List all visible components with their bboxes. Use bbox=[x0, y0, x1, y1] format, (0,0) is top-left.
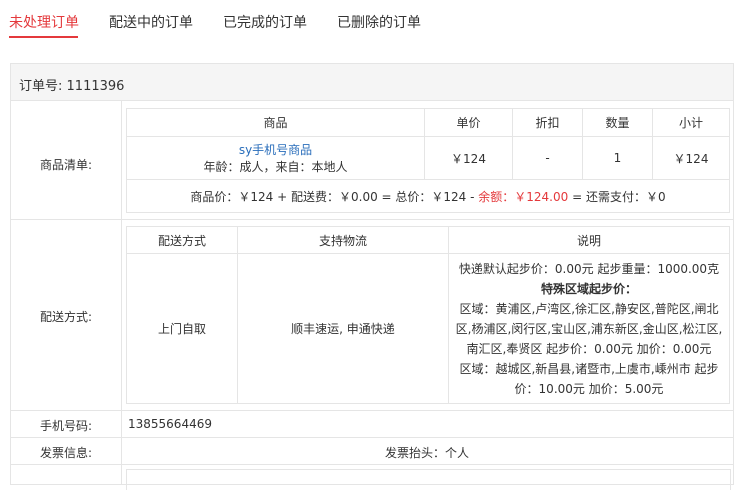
delivery-table: 配送方式 支持物流 说明 上门自取 顺丰速运, 申通快递 快递默认起步价：0.0… bbox=[126, 226, 730, 404]
tab-completed-orders[interactable]: 已完成的订单 bbox=[223, 12, 307, 32]
delivery-table-header: 配送方式 支持物流 说明 bbox=[126, 226, 730, 254]
col-price-header: 单价 bbox=[424, 108, 513, 137]
col-subtotal-header: 小计 bbox=[652, 108, 730, 137]
table-row: sy手机号商品 年龄：成人，来自：本地人 ￥124 - 1 ￥124 bbox=[126, 136, 730, 180]
divider bbox=[11, 437, 733, 438]
divider bbox=[11, 464, 733, 465]
delivery-method-label: 配送方式: bbox=[39, 310, 93, 324]
price-breakdown: 商品价：￥124 + 配送费：￥0.00 = 总价：￥124 - bbox=[190, 189, 479, 204]
phone-label: 手机号码: bbox=[39, 419, 93, 433]
col-description-header: 说明 bbox=[448, 226, 730, 254]
unit-price: ￥124 bbox=[424, 136, 513, 180]
goods-table: 商品 单价 折扣 数量 小计 sy手机号商品 年龄：成人，来自：本地人 ￥124… bbox=[126, 108, 730, 213]
quantity: 1 bbox=[582, 136, 653, 180]
discount: - bbox=[512, 136, 583, 180]
next-section bbox=[126, 469, 731, 490]
special-area-rule-2: 区域：越城区,新昌县,诸暨市,上虞市,嵊州市 起步价：10.00元 加价：5.0… bbox=[459, 361, 719, 396]
divider bbox=[11, 219, 733, 220]
invoice-title: 发票抬头：个人 bbox=[384, 446, 469, 460]
goods-cell: sy手机号商品 年龄：成人，来自：本地人 bbox=[126, 136, 425, 180]
phone-number: 13855664469 bbox=[128, 417, 212, 431]
order-number: 1111396 bbox=[66, 79, 125, 94]
col-goods-header: 商品 bbox=[126, 108, 425, 137]
order-status-tabs: 未处理订单 配送中的订单 已完成的订单 已删除的订单 bbox=[0, 0, 742, 40]
goods-name-link[interactable]: sy手机号商品 bbox=[127, 141, 424, 158]
goods-attributes: 年龄：成人，来自：本地人 bbox=[203, 160, 348, 174]
order-number-row: 订单号: 1111396 bbox=[19, 75, 124, 94]
label-column-divider bbox=[121, 101, 122, 484]
col-delivery-method-header: 配送方式 bbox=[126, 226, 238, 254]
col-logistics-header: 支持物流 bbox=[237, 226, 449, 254]
delivery-method: 上门自取 bbox=[126, 253, 238, 404]
subtotal: ￥124 bbox=[652, 136, 730, 180]
amount-due: = 还需支付：￥0 bbox=[568, 189, 666, 204]
col-discount-header: 折扣 bbox=[512, 108, 583, 137]
table-row: 上门自取 顺丰速运, 申通快递 快递默认起步价：0.00元 起步重量：1000.… bbox=[126, 253, 730, 404]
special-area-rule-1: 区域：黄浦区,卢湾区,徐汇区,静安区,普陀区,闸北区,杨浦区,闵行区,宝山区,浦… bbox=[455, 301, 723, 356]
tab-delivering-orders[interactable]: 配送中的订单 bbox=[109, 12, 193, 32]
active-tab-indicator bbox=[9, 36, 78, 38]
order-panel: 订单号: 1111396 商品清单: 商品 单价 折扣 数量 小计 sy手机号商… bbox=[10, 63, 734, 490]
default-shipping-rule: 快递默认起步价：0.00元 起步重量：1000.00克 bbox=[458, 261, 720, 276]
delivery-description: 快递默认起步价：0.00元 起步重量：1000.00克 特殊区域起步价： 区域：… bbox=[448, 253, 730, 404]
tab-deleted-orders[interactable]: 已删除的订单 bbox=[337, 12, 421, 32]
supported-logistics: 顺丰速运, 申通快递 bbox=[237, 253, 449, 404]
divider bbox=[11, 410, 733, 411]
price-summary: 商品价：￥124 + 配送费：￥0.00 = 总价：￥124 - 余额：￥124… bbox=[126, 179, 730, 213]
price-summary-row: 商品价：￥124 + 配送费：￥0.00 = 总价：￥124 - 余额：￥124… bbox=[126, 179, 730, 213]
order-number-label: 订单号: bbox=[19, 79, 63, 94]
tab-unprocessed-orders[interactable]: 未处理订单 bbox=[9, 12, 79, 32]
invoice-label: 发票信息: bbox=[39, 446, 93, 460]
goods-table-header: 商品 单价 折扣 数量 小计 bbox=[126, 108, 730, 137]
special-area-title: 特殊区域起步价： bbox=[540, 281, 637, 296]
order-header: 订单号: 1111396 bbox=[11, 64, 733, 101]
goods-list-label: 商品清单: bbox=[39, 158, 93, 172]
col-quantity-header: 数量 bbox=[582, 108, 653, 137]
balance-amount: 余额：￥124.00 bbox=[478, 189, 569, 204]
